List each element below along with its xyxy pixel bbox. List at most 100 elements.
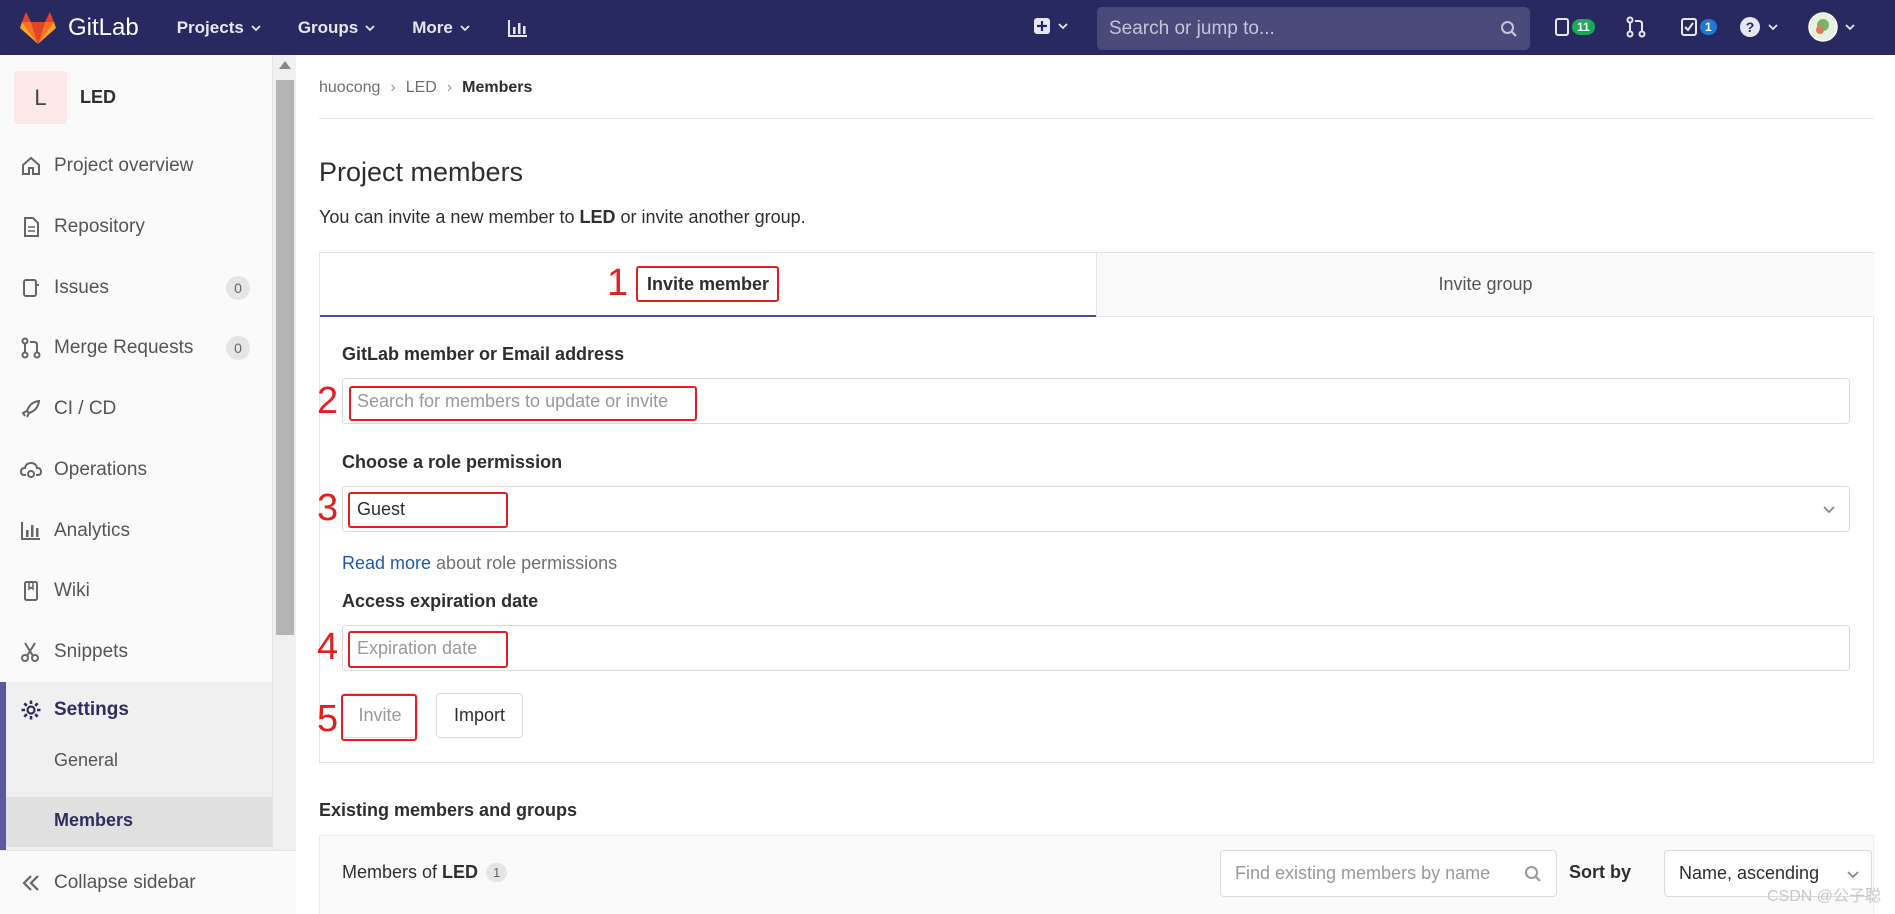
role-select[interactable]: Guest [342, 486, 1850, 532]
chevron-down-icon [1823, 506, 1835, 514]
sidebar-item-analytics[interactable]: Analytics [0, 511, 272, 551]
sidebar-item-project-overview[interactable]: Project overview [0, 146, 272, 186]
sort-selected-value: Name, ascending [1679, 863, 1820, 883]
annotation-box-invite-button [341, 694, 417, 741]
sidebar-item-label: Wiki [54, 580, 90, 601]
expiration-field-label: Access expiration date [342, 591, 539, 611]
issues-count-badge: 11 [1572, 19, 1595, 35]
merge-request-icon [1626, 16, 1646, 38]
tab-invite-group-label: Invite group [1438, 274, 1533, 294]
member-field-label: GitLab member or Email address [342, 344, 625, 364]
home-icon [22, 156, 40, 175]
user-avatar [1808, 12, 1838, 42]
role-field-label: Choose a role permission [342, 452, 563, 472]
sidebar-project-header[interactable]: L LED [14, 71, 116, 124]
annotation-box-role [348, 492, 508, 528]
sidebar-subitem-members[interactable]: Members [54, 810, 133, 831]
breadcrumb: huocong › LED › Members [319, 79, 532, 97]
watermark: CSDN @公子聪 [1766, 888, 1881, 905]
sidebar-item-label: Merge Requests [54, 337, 194, 358]
project-sidebar: L LED Project overview Repository Issues… [0, 55, 272, 914]
cloud-gear-icon [20, 461, 42, 478]
annotation-number-1: 1 [607, 262, 629, 304]
annotation-number-4: 4 [317, 626, 339, 668]
scissors-icon [21, 642, 39, 662]
project-avatar: L [14, 71, 67, 124]
rocket-icon [21, 399, 41, 418]
merge-requests-count-badge: 0 [226, 336, 250, 360]
top-navbar: GitLab Projects Groups More Search or ju… [0, 0, 1895, 55]
global-search-input[interactable]: Search or jump to... [1097, 7, 1530, 50]
issues-count-badge: 0 [226, 276, 250, 300]
chevron-down-icon [365, 24, 375, 31]
annotation-box-member-search [349, 386, 697, 421]
search-icon [1525, 865, 1541, 882]
breadcrumb-led[interactable]: LED [406, 79, 437, 97]
chevron-down-icon [1847, 870, 1859, 878]
gitlab-logo[interactable]: GitLab [20, 11, 139, 44]
search-placeholder: Search or jump to... [1109, 17, 1275, 39]
issues-button[interactable]: 11 [1554, 17, 1595, 37]
sidebar-item-snippets[interactable]: Snippets [0, 632, 272, 672]
expiration-date-input[interactable]: Expiration date [342, 625, 1850, 671]
issues-icon [23, 279, 39, 297]
tab-invite-group[interactable]: Invite group [1096, 253, 1874, 317]
gear-icon [21, 700, 41, 720]
annotation-box-expiration [348, 631, 508, 668]
bar-chart-icon [507, 19, 527, 37]
members-count-badge: 1 [486, 863, 508, 882]
sidebar-item-wiki[interactable]: Wiki [0, 571, 272, 611]
invite-panel: Invite member Invite group GitLab member… [319, 252, 1874, 763]
subtitle-suffix: or invite another group. [615, 207, 806, 227]
new-item-dropdown[interactable] [1033, 17, 1069, 35]
annotation-number-2: 2 [317, 380, 339, 422]
nav-groups-label: Groups [297, 17, 359, 37]
help-dropdown[interactable]: ? [1739, 16, 1779, 38]
merge-requests-button[interactable] [1625, 16, 1647, 43]
sidebar-item-operations[interactable]: Operations [0, 450, 272, 490]
double-chevron-left-icon [22, 874, 39, 891]
chevron-down-icon [1768, 24, 1778, 31]
todos-button[interactable]: 1 [1680, 17, 1717, 37]
sidebar-scrollbar[interactable] [272, 55, 296, 914]
scrollbar-thumb[interactable] [276, 80, 294, 635]
sidebar-item-issues[interactable]: Issues 0 [0, 268, 272, 308]
read-more-text: about role permissions [431, 553, 618, 573]
breadcrumb-members[interactable]: Members [462, 79, 532, 97]
scroll-up-arrow-icon[interactable] [279, 61, 291, 69]
nav-projects-label: Projects [176, 17, 244, 37]
user-menu-dropdown[interactable] [1808, 12, 1856, 42]
bar-chart-icon [21, 522, 40, 540]
nav-groups[interactable]: Groups [298, 18, 376, 38]
todo-check-icon [1681, 18, 1697, 36]
svg-text:?: ? [1746, 19, 1755, 35]
sidebar-item-label: Project overview [54, 155, 194, 176]
sidebar-item-ci-cd[interactable]: CI / CD [0, 389, 272, 429]
import-button[interactable]: Import [436, 693, 523, 738]
page-subtitle: You can invite a new member to LED or in… [319, 207, 806, 228]
subtitle-prefix: You can invite a new member to [319, 207, 580, 227]
sidebar-item-merge-requests[interactable]: Merge Requests 0 [0, 328, 272, 368]
chevron-down-icon [251, 24, 261, 31]
sidebar-item-settings[interactable]: Settings [6, 682, 272, 738]
sidebar-item-label: CI / CD [54, 398, 117, 419]
read-more-link[interactable]: Read more [342, 553, 431, 573]
breadcrumb-huocong[interactable]: huocong [319, 79, 380, 97]
collapse-sidebar-label: Collapse sidebar [54, 871, 196, 893]
find-members-placeholder: Find existing members by name [1235, 863, 1491, 883]
sidebar-item-label: Issues [54, 277, 109, 298]
sidebar-item-repository[interactable]: Repository [0, 207, 272, 247]
sidebar-subitem-general[interactable]: General [54, 750, 118, 771]
find-members-input[interactable]: Find existing members by name [1220, 850, 1557, 897]
todos-count-badge: 1 [1700, 19, 1717, 35]
project-name: LED [80, 87, 116, 107]
nav-projects[interactable]: Projects [177, 18, 262, 38]
chevron-down-icon [1845, 24, 1855, 31]
activity-chart-button[interactable] [507, 18, 529, 38]
nav-more[interactable]: More [412, 18, 471, 38]
question-circle-icon: ? [1740, 17, 1760, 37]
sidebar-item-label: Operations [54, 459, 147, 480]
annotation-box-invite-member [636, 266, 779, 302]
collapse-sidebar-button[interactable]: Collapse sidebar [0, 850, 296, 914]
subtitle-project: LED [579, 207, 616, 227]
